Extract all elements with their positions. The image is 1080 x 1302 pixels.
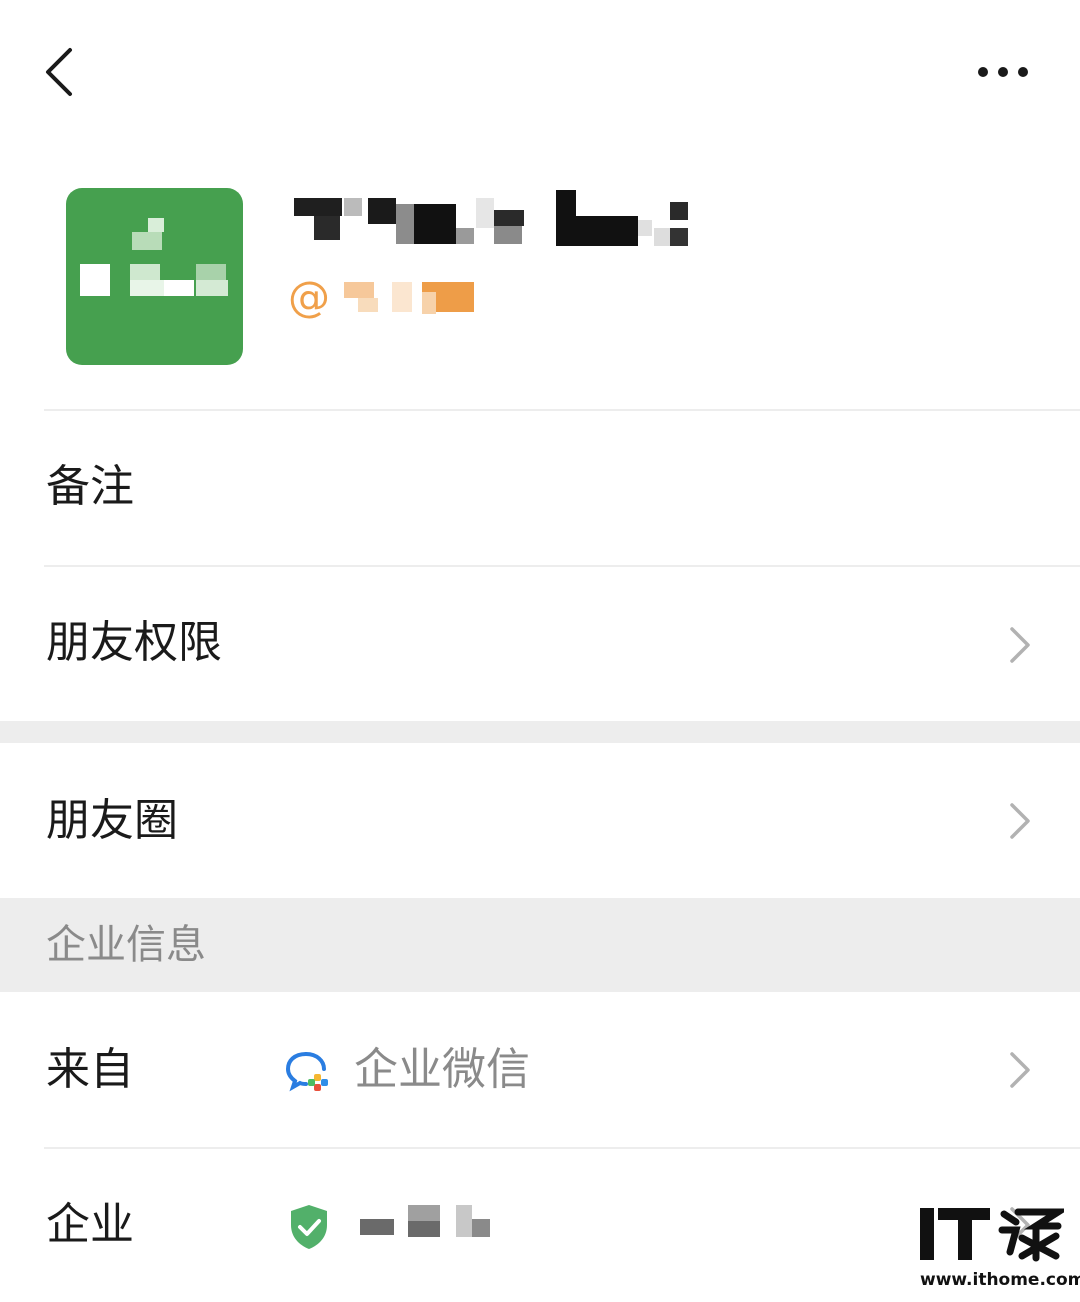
remark-row[interactable]: 备注	[0, 411, 1080, 565]
contact-name	[292, 190, 742, 250]
moments-row[interactable]: 朋友圈	[0, 743, 1080, 898]
more-horizontal-icon	[978, 67, 1028, 77]
verified-shield-icon	[291, 1205, 327, 1249]
avatar[interactable]	[66, 188, 243, 365]
friend-permissions-row[interactable]: 朋友权限	[0, 567, 1080, 721]
remark-label: 备注	[46, 461, 134, 512]
chevron-right-icon	[1010, 803, 1030, 839]
enterprise-info-header: 企业信息	[0, 898, 1080, 992]
back-button[interactable]	[36, 40, 96, 104]
chevron-right-icon	[1010, 1052, 1030, 1088]
profile-header: @	[0, 150, 1080, 410]
from-value: 企业微信	[354, 1044, 530, 1095]
company-name	[360, 1205, 500, 1239]
at-symbol: @	[288, 272, 330, 321]
watermark-url: www.ithome.com	[920, 1270, 1080, 1290]
section-gap	[0, 721, 1080, 743]
chevron-left-icon	[46, 48, 72, 96]
ithome-watermark: www.ithome.com	[918, 1204, 1080, 1296]
from-label: 来自	[46, 1044, 134, 1095]
top-bar	[0, 0, 1080, 150]
friend-permissions-label: 朋友权限	[46, 617, 222, 668]
wecom-icon	[285, 1052, 328, 1092]
moments-label: 朋友圈	[46, 795, 178, 846]
company-label: 企业	[46, 1199, 134, 1250]
chevron-right-icon	[1010, 627, 1030, 663]
from-row[interactable]: 来自 企业微信	[0, 992, 1080, 1147]
more-button[interactable]	[968, 52, 1038, 92]
enterprise-info-title: 企业信息	[46, 922, 206, 968]
ithome-logo	[920, 1208, 1071, 1262]
